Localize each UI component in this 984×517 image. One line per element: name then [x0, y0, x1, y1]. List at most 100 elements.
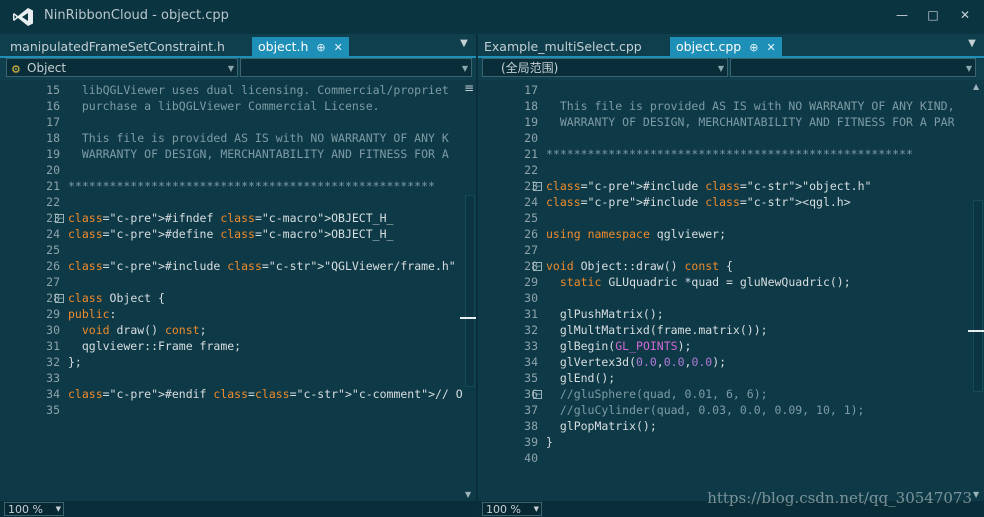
code-line[interactable]: public:: [68, 306, 116, 322]
maximize-icon[interactable]: □: [919, 4, 947, 26]
code-line[interactable]: This file is provided AS IS with NO WARR…: [546, 98, 955, 114]
scope-value: (全局范围): [501, 61, 559, 75]
line-number: 33: [46, 371, 60, 385]
line-number: 24: [46, 227, 60, 241]
code-line[interactable]: class="c-pre">#ifndef class="c-macro">OB…: [68, 210, 393, 226]
line-number: 22: [524, 163, 538, 177]
tab-list-dropdown-icon[interactable]: ▼: [458, 38, 470, 50]
line-number: 21: [524, 147, 538, 161]
line-number: 20: [46, 163, 60, 177]
line-number: 35: [46, 403, 60, 417]
code-line[interactable]: class="c-pre">#endif class=class="c-str"…: [68, 386, 462, 402]
close-tab-icon[interactable]: ✕: [766, 41, 775, 54]
code-line[interactable]: class Object {: [68, 290, 165, 306]
close-icon[interactable]: ✕: [951, 4, 979, 26]
line-number: 35: [524, 371, 538, 385]
tab-list-dropdown-icon[interactable]: ▼: [966, 38, 978, 50]
tab-label: object.cpp: [676, 39, 742, 54]
vertical-scrollbar[interactable]: ▲ ▼: [968, 80, 984, 501]
line-number: 30: [46, 323, 60, 337]
scroll-thumb[interactable]: [465, 195, 475, 387]
line-number-gutter: 15 16 17 18 19 20 21 22 23−24 25 26 27 28−29 30 31 32 33…: [0, 80, 64, 501]
collapse-outline-icon[interactable]: −: [55, 294, 64, 304]
code-line[interactable]: qglviewer::Frame frame;: [68, 338, 241, 354]
code-line[interactable]: class="c-pre">#include class="c-str"><qg…: [546, 194, 851, 210]
member-dropdown[interactable]: ▼: [730, 58, 976, 77]
code-line[interactable]: using namespace qglviewer;: [546, 226, 726, 242]
code-line[interactable]: //gluSphere(quad, 0.01, 6, 6);: [546, 386, 768, 402]
code-line[interactable]: WARRANTY OF DESIGN, MERCHANTABILITY AND …: [546, 114, 955, 130]
close-tab-icon[interactable]: ✕: [334, 41, 343, 54]
collapse-outline-icon[interactable]: −: [533, 182, 542, 192]
code-line[interactable]: }: [546, 434, 553, 450]
vertical-scrollbar[interactable]: ≡ ▼: [460, 80, 478, 501]
line-number: 37: [524, 403, 538, 417]
scope-dropdown[interactable]: (全局范围) ▼: [482, 58, 728, 77]
line-number: 31: [524, 307, 538, 321]
code-line[interactable]: void draw() const;: [68, 322, 207, 338]
scroll-down-icon[interactable]: ▼: [465, 490, 471, 499]
collapse-outline-icon[interactable]: −: [55, 214, 64, 224]
code-line[interactable]: ****************************************…: [68, 178, 435, 194]
scope-dropdown[interactable]: ⚙ Object ▼: [6, 58, 238, 77]
code-line[interactable]: WARRANTY OF DESIGN, MERCHANTABILITY AND …: [68, 146, 449, 162]
code-area[interactable]: This file is provided AS IS with NO WARR…: [546, 80, 970, 501]
zoom-dropdown[interactable]: 100 % ▼: [4, 502, 64, 516]
pin-icon[interactable]: ⊕: [749, 41, 758, 54]
zoom-value: 100 %: [486, 503, 521, 516]
line-number: 24: [524, 195, 538, 209]
code-line[interactable]: purchase a libQGLViewer Commercial Licen…: [68, 98, 380, 114]
code-line[interactable]: class="c-pre">#include class="c-str">"ob…: [546, 178, 871, 194]
right-tab-strip: Example_multiSelect.cpp object.cpp ⊕ ✕ ▼: [478, 34, 984, 56]
code-line[interactable]: void Object::draw() const {: [546, 258, 733, 274]
line-number: 27: [46, 275, 60, 289]
member-dropdown[interactable]: ▼: [240, 58, 472, 77]
code-line[interactable]: glBegin(GL_POINTS);: [546, 338, 692, 354]
code-line[interactable]: glVertex3d(0.0,0.0,0.0);: [546, 354, 726, 370]
chevron-down-icon: ▼: [717, 64, 724, 73]
code-line[interactable]: ****************************************…: [546, 146, 913, 162]
minimize-icon[interactable]: —: [888, 4, 916, 26]
zoom-dropdown[interactable]: 100 % ▼: [482, 502, 542, 516]
tab-label: Example_multiSelect.cpp: [484, 39, 642, 54]
left-code-editor[interactable]: 15 16 17 18 19 20 21 22 23−24 25 26 27 28−29 30 31 32 33…: [0, 80, 462, 501]
line-number: 16: [46, 99, 60, 113]
code-line[interactable]: glMultMatrixd(frame.matrix());: [546, 322, 768, 338]
line-number: 26: [524, 227, 538, 241]
right-navigation-bar: (全局范围) ▼ ▼: [482, 58, 980, 78]
tab-object-h[interactable]: object.h ⊕ ✕: [252, 37, 349, 56]
chevron-down-icon: ▼: [55, 505, 61, 513]
tab-example-multi-select[interactable]: Example_multiSelect.cpp: [478, 37, 648, 56]
tab-manipulated-frame-set-constraint[interactable]: manipulatedFrameSetConstraint.h: [4, 37, 231, 56]
code-line[interactable]: };: [68, 354, 82, 370]
code-line[interactable]: glPopMatrix();: [546, 418, 657, 434]
code-line[interactable]: glEnd();: [546, 370, 615, 386]
tab-object-cpp[interactable]: object.cpp ⊕ ✕: [670, 37, 782, 56]
pin-icon[interactable]: ⊕: [316, 41, 325, 54]
code-line[interactable]: //gluCylinder(quad, 0.03, 0.0, 0.09, 10,…: [546, 402, 865, 418]
scroll-down-icon[interactable]: ▼: [973, 490, 979, 499]
right-code-editor[interactable]: 17 18 19 20 21 22 23−24 25 26 27 28−29 30 31 32 33 34 35…: [478, 80, 970, 501]
line-number: 25: [46, 243, 60, 257]
caret-position-marker: [968, 330, 984, 332]
left-navigation-bar: ⚙ Object ▼ ▼: [4, 58, 472, 78]
code-line[interactable]: class="c-pre">#include class="c-str">"QG…: [68, 258, 456, 274]
left-tab-strip: manipulatedFrameSetConstraint.h object.h…: [0, 34, 476, 56]
line-number: 28: [524, 259, 538, 273]
code-line[interactable]: This file is provided AS IS with NO WARR…: [68, 130, 449, 146]
collapse-outline-icon[interactable]: −: [533, 262, 542, 272]
code-line[interactable]: glPushMatrix();: [546, 306, 664, 322]
code-area[interactable]: libQGLViewer uses dual licensing. Commer…: [68, 80, 462, 501]
code-line[interactable]: static GLUquadric *quad = gluNewQuadric(…: [546, 274, 851, 290]
zoom-value: 100 %: [8, 503, 43, 516]
line-number: 30: [524, 291, 538, 305]
horizontal-scrollbar[interactable]: 100 % ▼: [0, 501, 476, 517]
line-number-gutter: 17 18 19 20 21 22 23−24 25 26 27 28−29 30 31 32 33 34 35…: [478, 80, 542, 501]
scroll-up-icon[interactable]: ▲: [973, 82, 979, 91]
split-window-icon[interactable]: ≡: [464, 82, 474, 94]
code-line[interactable]: libQGLViewer uses dual licensing. Commer…: [68, 82, 449, 98]
collapse-outline-icon[interactable]: −: [533, 390, 542, 400]
code-line[interactable]: class="c-pre">#define class="c-macro">OB…: [68, 226, 393, 242]
scroll-thumb[interactable]: [973, 200, 983, 392]
line-number: 31: [46, 339, 60, 353]
